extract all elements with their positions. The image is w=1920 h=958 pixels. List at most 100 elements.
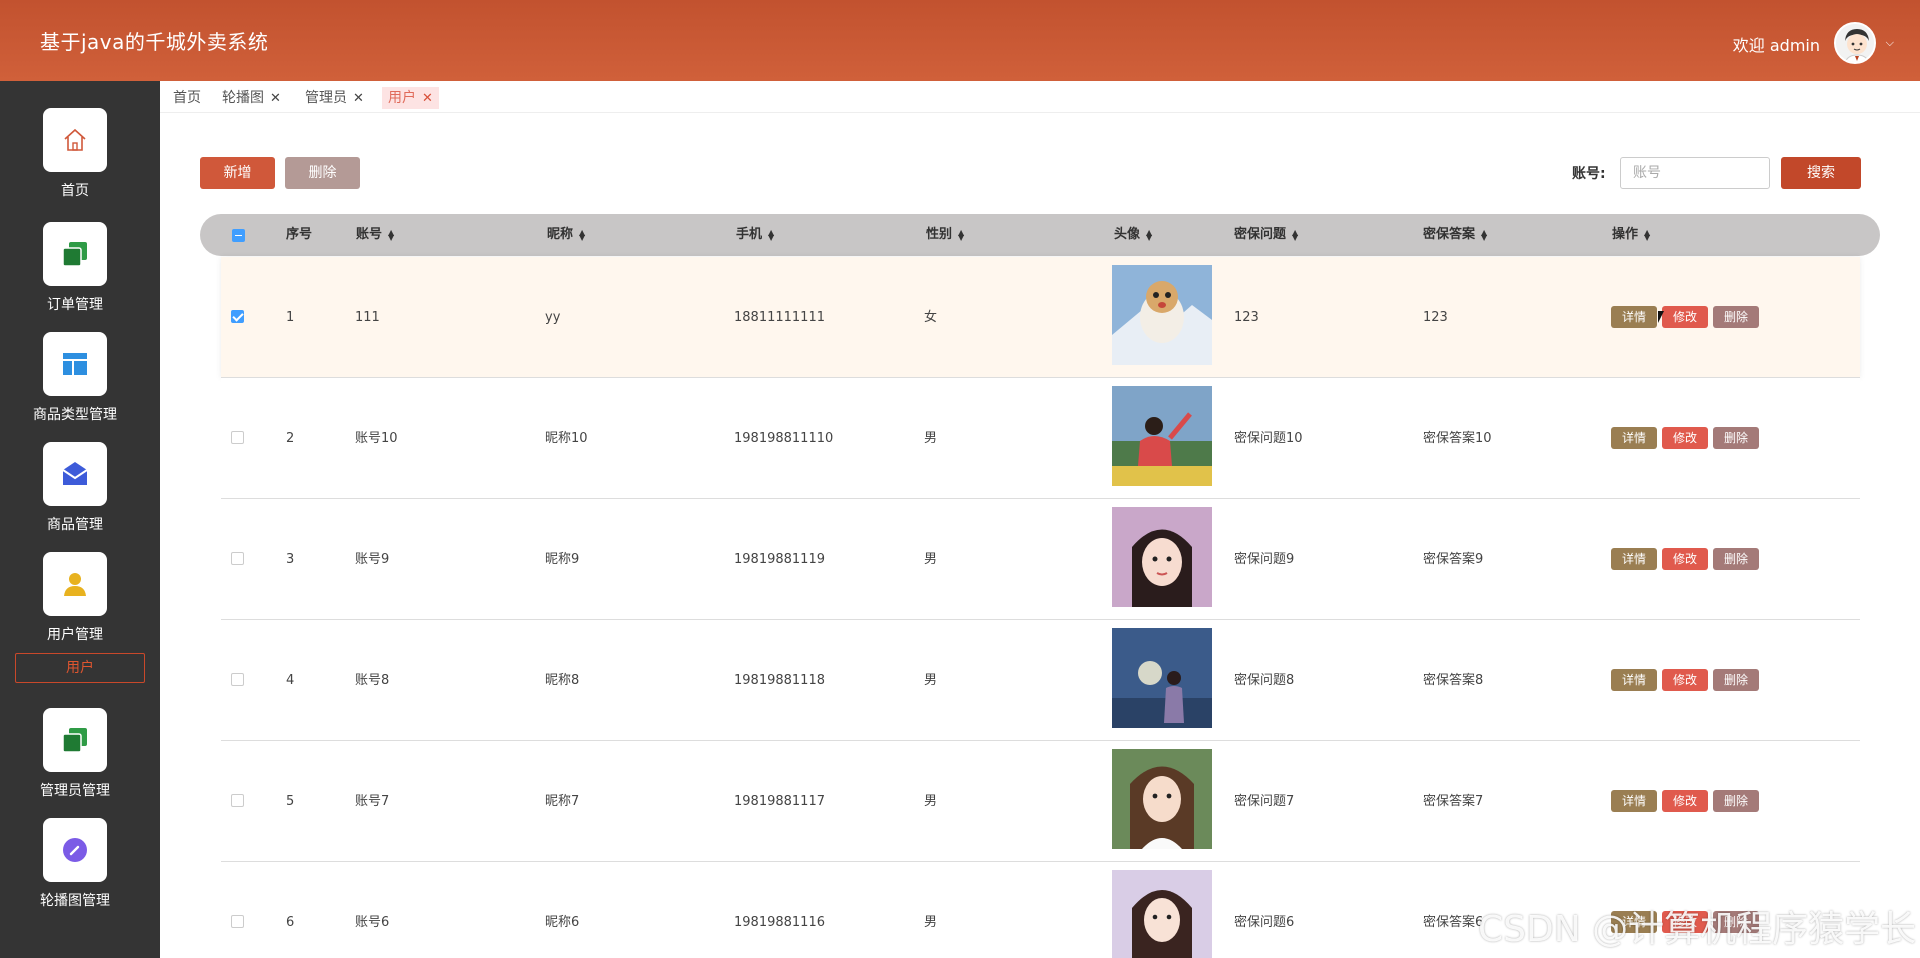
copy-icon	[43, 222, 107, 286]
sort-icon[interactable]: ▲ ▼	[579, 228, 585, 241]
delete-button[interactable]: 删除	[1713, 306, 1759, 328]
search-button[interactable]: 搜索	[1781, 157, 1861, 189]
cell-gender: 男	[924, 915, 938, 930]
cell-phone: 18811111111	[734, 310, 825, 325]
row-checkbox[interactable]	[231, 310, 244, 323]
cell-question: 123	[1234, 310, 1259, 325]
mail-icon	[43, 442, 107, 506]
row-checkbox[interactable]	[231, 673, 244, 686]
avatar-image	[1112, 628, 1212, 728]
sidebar-item-label: 管理员管理	[40, 783, 110, 799]
batch-delete-button[interactable]: 删除	[285, 157, 360, 189]
sidebar-item-admins[interactable]: 管理员管理	[0, 708, 150, 800]
cell-account: 账号6	[355, 915, 390, 930]
column-header-phone[interactable]: 手机 ▲ ▼	[736, 214, 774, 256]
sidebar-item-users[interactable]: 用户管理	[0, 552, 150, 644]
delete-button[interactable]: 删除	[1713, 669, 1759, 691]
cell-account: 账号7	[355, 794, 390, 809]
tab-carousel[interactable]: 轮播图 ✕	[216, 87, 287, 109]
cell-phone: 198198811110	[734, 431, 834, 446]
sort-icon[interactable]: ▲ ▼	[1292, 228, 1298, 241]
chevron-down-icon[interactable]: ⌵	[1886, 36, 1894, 50]
tab-bar: 首页 轮播图 ✕ 管理员 ✕ 用户 ✕	[160, 81, 1920, 113]
detail-button[interactable]: 详情	[1611, 548, 1657, 570]
sort-icon[interactable]: ▲ ▼	[1146, 228, 1152, 241]
cell-answer: 123	[1423, 310, 1448, 325]
row-checkbox[interactable]	[231, 794, 244, 807]
edit-button[interactable]: 修改	[1662, 427, 1708, 449]
cell-answer: 密保答案8	[1423, 673, 1484, 688]
table-row[interactable]: 3 账号9 昵称9 19819881119 男 密保问题9 密保答案9 详情 修…	[221, 499, 1860, 620]
sort-icon[interactable]: ▲ ▼	[958, 228, 964, 241]
row-checkbox[interactable]	[231, 431, 244, 444]
cell-nickname: 昵称6	[545, 915, 580, 930]
sidebar-item-orders[interactable]: 订单管理	[0, 222, 150, 314]
detail-button[interactable]: 详情	[1611, 669, 1657, 691]
column-label: 性别	[926, 227, 953, 242]
column-header-nickname[interactable]: 昵称 ▲ ▼	[547, 214, 585, 256]
column-header-question[interactable]: 密保问题 ▲ ▼	[1234, 214, 1298, 256]
row-checkbox[interactable]	[231, 915, 244, 928]
close-icon[interactable]: ✕	[353, 91, 364, 106]
column-header-gender[interactable]: 性别 ▲ ▼	[926, 214, 964, 256]
delete-button[interactable]: 删除	[1713, 427, 1759, 449]
edit-button[interactable]: 修改	[1662, 790, 1708, 812]
search-label: 账号:	[1572, 166, 1606, 182]
table-row[interactable]: 5 账号7 昵称7 19819881117 男 密保问题7 密保答案7 详情 修…	[221, 741, 1860, 862]
cell-question: 密保问题9	[1234, 552, 1295, 567]
detail-button[interactable]: 详情	[1611, 790, 1657, 812]
sidebar-item-label: 轮播图管理	[40, 893, 110, 909]
sort-icon[interactable]: ▲ ▼	[388, 228, 394, 241]
table-row[interactable]: 2 账号10 昵称10 198198811110 男 密保问题10 密保答案10…	[221, 378, 1860, 499]
column-header-actions[interactable]: 操作 ▲ ▼	[1612, 214, 1650, 256]
sidebar-item-products[interactable]: 商品管理	[0, 442, 150, 534]
cell-account: 账号10	[355, 431, 398, 446]
detail-button[interactable]: 详情	[1611, 306, 1657, 328]
close-icon[interactable]: ✕	[270, 91, 281, 106]
column-header-answer[interactable]: 密保答案 ▲ ▼	[1423, 214, 1487, 256]
welcome-text: 欢迎 admin	[1732, 36, 1820, 55]
close-icon[interactable]: ✕	[422, 91, 433, 106]
delete-button[interactable]: 删除	[1713, 548, 1759, 570]
edit-button[interactable]: 修改	[1662, 548, 1708, 570]
edit-icon	[43, 818, 107, 882]
column-header-avatar[interactable]: 头像 ▲ ▼	[1114, 214, 1152, 256]
sidebar-item-product-types[interactable]: 商品类型管理	[0, 332, 150, 424]
add-button[interactable]: 新增	[200, 157, 275, 189]
row-checkbox[interactable]	[231, 552, 244, 565]
cell-question: 密保问题7	[1234, 794, 1295, 809]
sort-icon[interactable]: ▲ ▼	[768, 228, 774, 241]
column-label: 昵称	[547, 227, 574, 242]
cell-answer: 密保答案7	[1423, 794, 1484, 809]
column-label: 手机	[736, 227, 763, 242]
edit-button[interactable]: 修改	[1662, 306, 1708, 328]
tab-admin[interactable]: 管理员 ✕	[299, 87, 370, 109]
detail-button[interactable]: 详情	[1611, 427, 1657, 449]
tab-home[interactable]: 首页	[167, 87, 207, 109]
tab-user[interactable]: 用户 ✕	[382, 87, 439, 109]
sidebar-item-label: 订单管理	[47, 297, 103, 313]
layout-icon	[43, 332, 107, 396]
sidebar-item-carousel[interactable]: 轮播图管理	[0, 818, 150, 910]
sidebar-item-home[interactable]: 首页	[0, 108, 150, 200]
table-row[interactable]: 1 111 yy 18811111111 女 123 123 详情 修改 删除	[221, 257, 1860, 378]
table-row[interactable]: 4 账号8 昵称8 19819881118 男 密保问题8 密保答案8 详情 修…	[221, 620, 1860, 741]
sort-icon[interactable]: ▲ ▼	[1644, 228, 1650, 241]
home-icon	[43, 108, 107, 172]
column-header-account[interactable]: 账号 ▲ ▼	[356, 214, 394, 256]
cell-question: 密保问题6	[1234, 915, 1295, 930]
user-avatar[interactable]	[1834, 22, 1876, 64]
column-label: 操作	[1612, 227, 1639, 242]
app-title: 基于java的千城外卖系统	[40, 30, 269, 54]
sort-icon[interactable]: ▲ ▼	[1481, 228, 1487, 241]
cell-answer: 密保答案10	[1423, 431, 1492, 446]
edit-button[interactable]: 修改	[1662, 669, 1708, 691]
cell-phone: 19819881116	[734, 915, 825, 930]
search-input[interactable]	[1620, 157, 1770, 189]
copy-icon	[43, 708, 107, 772]
tab-label: 管理员	[305, 90, 347, 106]
delete-button[interactable]: 删除	[1713, 790, 1759, 812]
sidebar-item-label: 首页	[61, 183, 89, 199]
sidebar-subitem-user[interactable]: 用户	[15, 653, 145, 683]
select-all-checkbox[interactable]	[232, 229, 245, 242]
